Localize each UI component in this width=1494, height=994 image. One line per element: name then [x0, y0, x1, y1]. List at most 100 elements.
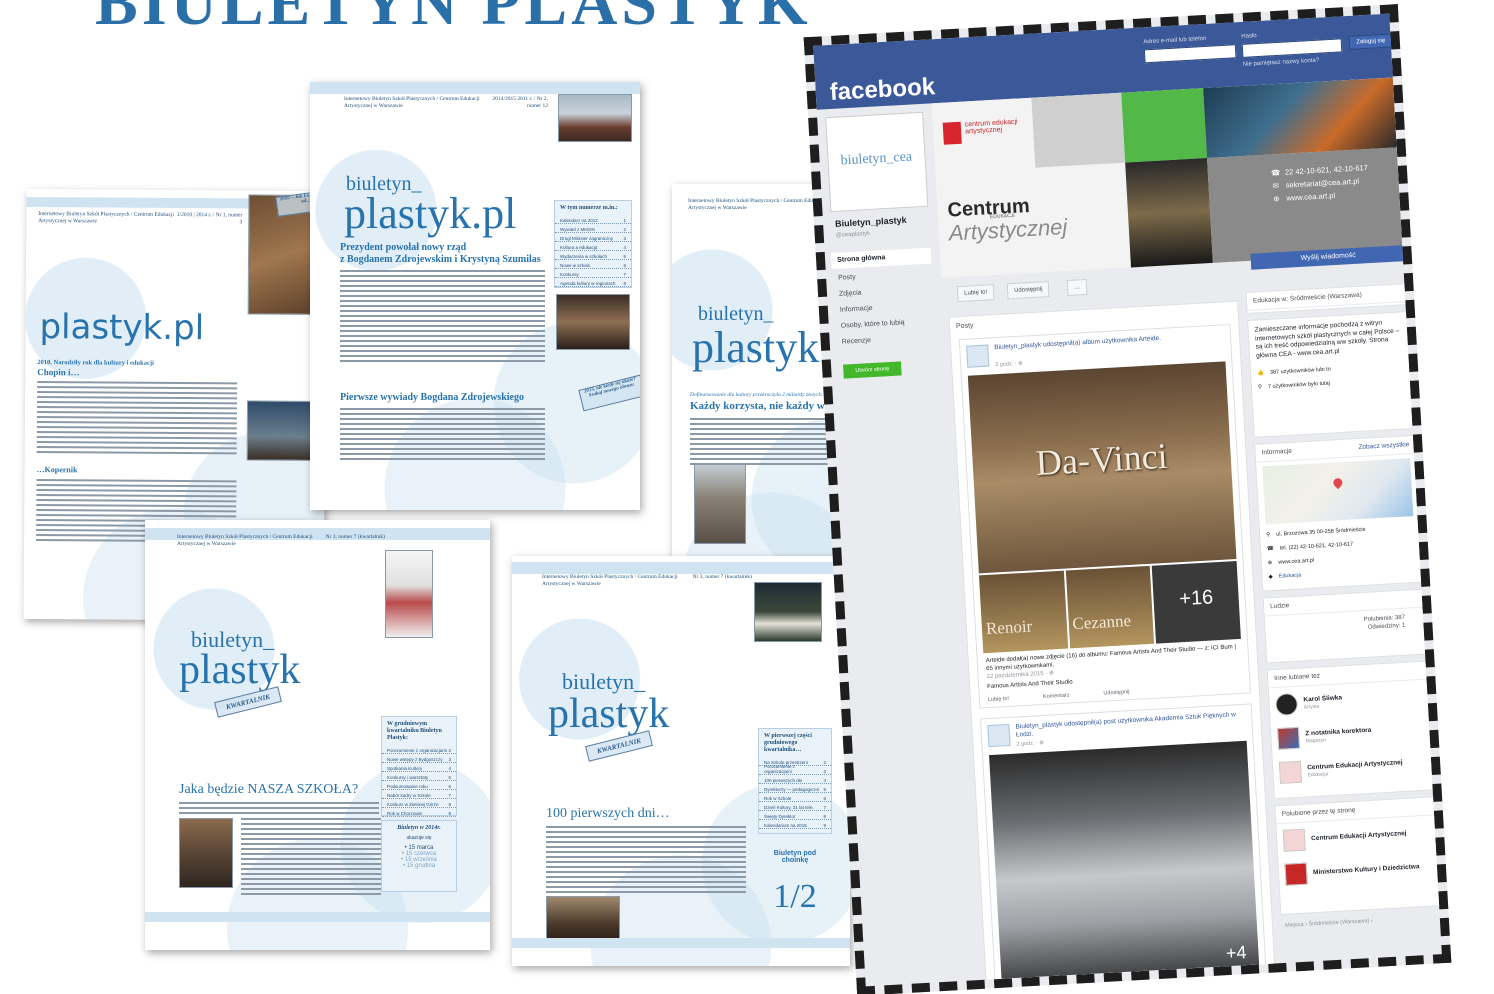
issue-number: 2014/2015 2011 r. / Nr 2, numer 12 [492, 96, 548, 109]
schedule-sub: ukazuje się [406, 835, 432, 841]
more-photos-count[interactable]: +4 [1225, 942, 1247, 964]
body-text [36, 381, 238, 457]
pin-icon: ⚲ [1257, 384, 1263, 391]
share-page-button[interactable]: Udostępnij [1006, 281, 1050, 300]
avatar [1276, 726, 1301, 750]
issuer-text: Internetowy Biuletyn Szkół Plastycznych … [344, 96, 480, 109]
toc-row: Spotkania Kultury 4 [382, 763, 456, 772]
toc-row: Wywiad z MKiDN 2 [555, 224, 631, 233]
headline-everyone: Każdy korzysta, nie każdy widzi [690, 400, 842, 412]
body-text [546, 826, 746, 896]
album-main-photo[interactable]: Da-Vinci [967, 361, 1237, 574]
post-header[interactable]: Biuletyn_plastyk udostępnił(a) post użyt… [1015, 711, 1244, 740]
category-text[interactable]: Edukacja w: Śródmieście (Warszawa) [1246, 284, 1408, 311]
headline-100-days: 100 pierwszych dni… [546, 806, 670, 821]
thumbs-up-icon: 👍 [1256, 370, 1265, 377]
headline-interviews: Pierwsze wywiady Bogdana Zdrojewskiego [340, 392, 524, 403]
issue-number: Nr 3, numer 7 (kwartalnik) [325, 534, 385, 540]
location-map[interactable] [1262, 458, 1414, 525]
see-all-link[interactable]: Zobacz wszystkie [1358, 441, 1409, 451]
liked-by-box: Polubione przez tę stronę Centrum Edukac… [1274, 796, 1443, 916]
thumb-renoir[interactable]: Renoir [978, 570, 1068, 654]
collage-photo [385, 550, 433, 638]
manor-photo [754, 582, 822, 642]
album-photo-title: Da-Vinci [1034, 435, 1169, 484]
logo-plastyk-pl: plastyk.pl [39, 307, 205, 349]
logo-plastyk: plastyk [692, 323, 820, 372]
posts-feed: Posty Biuletyn_plastyk udostępnił(a) alb… [948, 300, 1278, 994]
body-text [340, 270, 545, 365]
avatar [1275, 692, 1299, 717]
toc-row: Dyrektorzy — pedagogiczni 5 [759, 784, 831, 793]
post-exhibition: Biuletyn_plastyk udostępnił(a) post użyt… [979, 703, 1269, 994]
toc-row: Nowe wstępy z Bydgoszczy 3 [382, 754, 456, 763]
toc-row: Drugi Minister zagraniczny 3 [555, 233, 631, 242]
avatar[interactable] [966, 344, 990, 368]
toc-row: Kalendarz na 2012 1 [555, 215, 631, 224]
avatar[interactable] [987, 723, 1011, 748]
eagle-emblem-icon [942, 121, 962, 145]
toc-title: W grudniowym kwartalniku Biuletyn Plasty… [387, 721, 442, 741]
logo-plastyk-pl: plastyk.pl [344, 189, 517, 238]
logo-plastyk: plastyk [179, 647, 301, 693]
share-action[interactable]: Udostępnij [1103, 689, 1129, 696]
schedule-box: Biuletyn w 2014r. ukazuje się • 15 marca… [381, 820, 457, 892]
profile-picture[interactable]: biuletyn_cea [825, 111, 929, 213]
post-header[interactable]: Biuletyn_plastyk udostępnił(a) album uży… [994, 331, 1222, 352]
profile-picture-label: biuletyn_cea [840, 149, 913, 169]
issuer-text: Internetowy Biuletyn Szkół Plastycznych … [542, 574, 678, 587]
like-action[interactable]: Lubię to! [988, 696, 1009, 703]
table-of-contents: W pierwszej części grudniowego kwartalni… [758, 728, 832, 834]
avatar [1284, 862, 1308, 886]
post-time[interactable]: 2 godz. · ⊕ [995, 361, 1023, 369]
forgot-account-link[interactable]: Nie pamiętasz nazwy konta? [1243, 58, 1320, 68]
toc-row: Podsumowanie roku 6 [382, 781, 456, 790]
issue-number: Nr 3, numer 7 (kwartalnik) [692, 574, 752, 580]
thumb-more[interactable]: +16 [1152, 561, 1241, 644]
headline-chopin-b: Chopin i… [37, 367, 80, 378]
login-button[interactable]: Zaloguj się [1348, 33, 1394, 50]
post-time[interactable]: 2 godz. · ⊕ [1016, 740, 1044, 748]
villa-photo [558, 94, 632, 142]
globe-icon: ⊕ [1273, 194, 1280, 204]
toc-row: Konkursy 7 [555, 269, 631, 278]
right-column: Edukacja w: Śródmieście (Warszawa) Zamie… [1245, 283, 1443, 929]
places-footer[interactable]: Miejsca › Śródmieście (Warszawa) › [1285, 918, 1373, 929]
table-of-contents: W grudniowym kwartalniku Biuletyn Plasty… [381, 716, 457, 817]
tag-icon: ◆ [1268, 574, 1273, 581]
issuer-text: Internetowy Biuletyn Szkół Plastycznych … [38, 211, 174, 225]
exhibition-photo[interactable]: +4 [989, 740, 1260, 985]
password-label: Hasło [1241, 33, 1257, 40]
toc-row: Kultura a edukacja 4 [555, 242, 631, 251]
christmas-box-number: 1/2 [773, 878, 817, 915]
toc-row: Agenda kultury w regionach 8 [555, 278, 631, 287]
like-page-button[interactable]: Lubię to! [956, 284, 995, 303]
cea-logo: Centrum EDUKACJI Artystycznej [946, 195, 1068, 246]
headline-government-b: z Bogdanem Zdrojewskim i Krystyną Szumil… [340, 254, 541, 265]
location-icon: ⚲ [1266, 532, 1271, 539]
headline-kopernik: …Kopernik [36, 465, 78, 475]
schedule-row: • 15 grudnia [402, 863, 436, 869]
thumb-cezanne[interactable]: Cezanne [1065, 565, 1155, 649]
email-label: Adres e-mail lub telefon [1143, 35, 1207, 46]
logo-biuletyn: biuletyn_ [562, 669, 646, 694]
avatar [1278, 760, 1303, 784]
body-text [179, 802, 379, 817]
classroom-photo [179, 818, 233, 888]
feed-title: Posty [955, 322, 974, 331]
comment-action[interactable]: Komentarz [1043, 693, 1070, 700]
phone-icon: ☎ [1270, 167, 1281, 178]
toc-row: 100 pierwszych dni 4 [759, 775, 831, 784]
cea-mini-logo: centrum edukacji artystycznej [964, 118, 1018, 136]
toc-row: Święty Dyrektor 8 [759, 811, 831, 820]
more-button[interactable]: … [1066, 278, 1088, 297]
email-input[interactable] [1143, 44, 1237, 64]
issuer-text: Internetowy Biuletyn Szkół Plastycznych … [177, 534, 313, 547]
table-of-contents: W tym numerze m.in.: Kalendarz na 2012 1 … [554, 200, 632, 288]
toc-row: Porozumienie z organizacjami 2 [382, 745, 456, 754]
album-thumbnails: Renoir Cezanne +16 [978, 561, 1241, 654]
newsletter-page-4: Internetowy Biuletyn Szkół Plastycznych … [145, 520, 490, 950]
password-input[interactable] [1241, 38, 1343, 58]
page-name[interactable]: Biuletyn_plastyk [835, 215, 907, 229]
create-page-button[interactable]: Utwórz stronę [843, 361, 902, 379]
